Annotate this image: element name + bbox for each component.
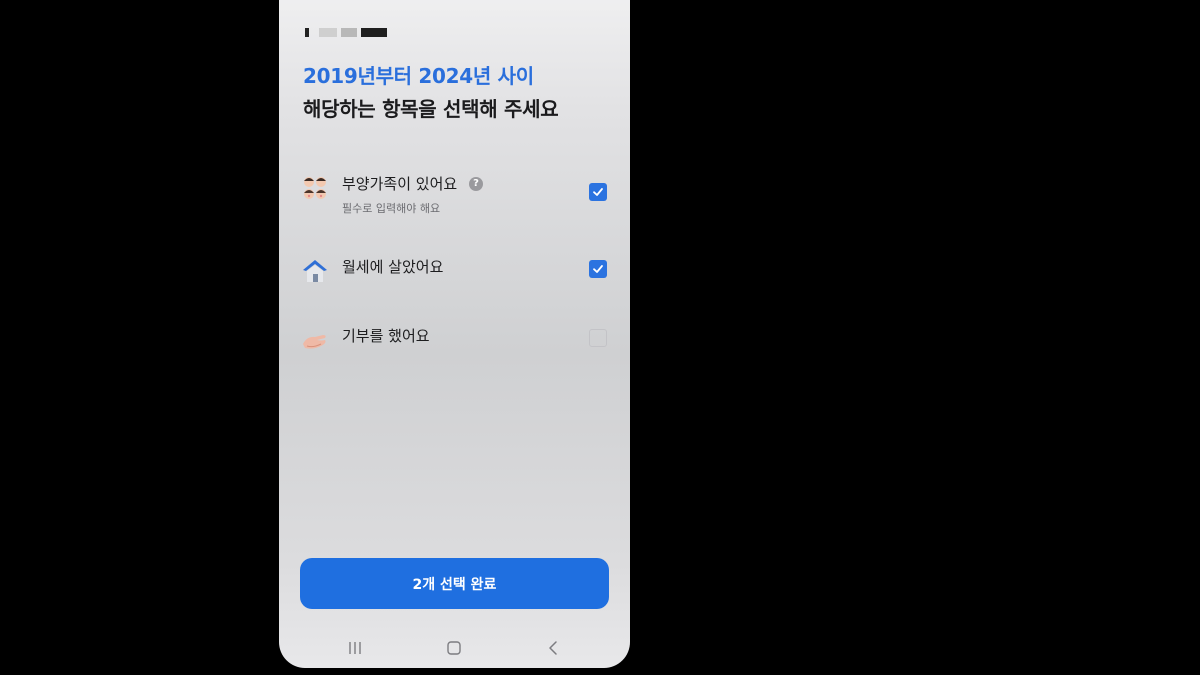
checkmark-icon <box>593 265 603 273</box>
option-monthly-rent[interactable]: 월세에 살았어요 <box>301 257 611 301</box>
checkmark-icon <box>593 188 603 196</box>
option-donation[interactable]: 기부를 했어요 <box>301 326 611 370</box>
system-nav-bar <box>279 628 630 668</box>
house-icon <box>301 257 329 285</box>
family-icon <box>301 174 329 202</box>
option-dependents[interactable]: 부양가족이 있어요 ? 필수로 입력해야 해요 <box>301 174 611 218</box>
dependents-checkbox[interactable] <box>589 183 607 201</box>
page-title: 해당하는 항목을 선택해 주세요 <box>303 97 559 121</box>
complete-selection-button[interactable]: 2개 선택 완료 <box>300 558 609 609</box>
option-description: 필수로 입력해야 해요 <box>342 202 441 215</box>
home-icon[interactable] <box>439 636 469 660</box>
help-icon[interactable]: ? <box>469 177 483 191</box>
option-label: 월세에 살았어요 <box>342 258 444 276</box>
back-icon[interactable] <box>538 636 568 660</box>
recent-apps-icon[interactable] <box>340 636 370 660</box>
redacted-status-bar <box>305 26 389 40</box>
app-screen: 2019년부터 2024년 사이 해당하는 항목을 선택해 주세요 부양가족이 … <box>279 0 630 668</box>
option-label: 기부를 했어요 <box>342 327 430 345</box>
monthly-rent-checkbox[interactable] <box>589 260 607 278</box>
donation-checkbox[interactable] <box>589 329 607 347</box>
phone-frame: 2019년부터 2024년 사이 해당하는 항목을 선택해 주세요 부양가족이 … <box>279 0 630 668</box>
option-label: 부양가족이 있어요 <box>342 175 458 193</box>
period-subtitle: 2019년부터 2024년 사이 <box>303 64 534 88</box>
donation-hand-icon <box>301 326 329 354</box>
